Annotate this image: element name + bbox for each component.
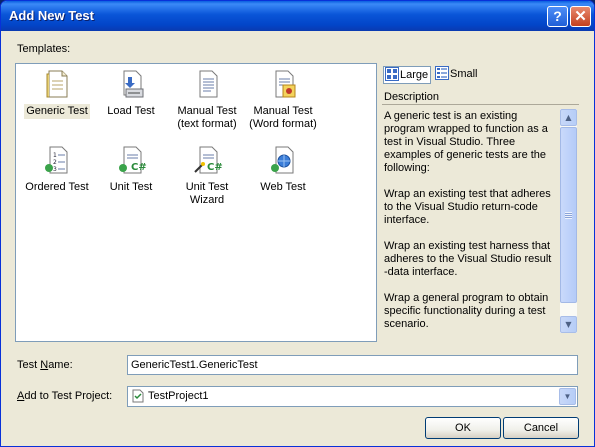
template-label: Unit Test Wizard	[185, 181, 229, 206]
help-button[interactable]: ?	[547, 6, 568, 27]
templates-label: Templates:	[17, 43, 71, 55]
template-load-test[interactable]: Load Test	[92, 68, 170, 119]
template-manual-test-word[interactable]: Manual Test (Word format)	[244, 68, 322, 132]
test-project-icon	[132, 389, 144, 403]
description-scrollbar[interactable]: ▲ ▼	[560, 109, 577, 333]
svg-text:C#: C#	[131, 162, 147, 173]
template-label: Load Test	[107, 105, 155, 117]
test-project-dropdown[interactable]: TestProject1 ▼	[127, 386, 578, 407]
ok-button[interactable]: OK	[425, 417, 501, 439]
template-unit-test-wizard[interactable]: C# Unit Test Wizard	[168, 144, 246, 208]
large-toggle-label: Large	[400, 69, 429, 81]
template-label: Manual Test (text format)	[177, 105, 237, 130]
description-panel: A generic test is an existing program wr…	[382, 104, 579, 340]
template-web-test[interactable]: Web Test	[244, 144, 322, 195]
generic-test-icon	[46, 70, 68, 98]
test-name-label: Test Name:	[17, 359, 73, 371]
add-new-test-dialog: Add New Test ? ✕ Templates: Generic Test…	[0, 0, 595, 447]
manual-test-text-icon	[199, 70, 218, 98]
small-icons-toggle[interactable]: Small	[434, 66, 480, 84]
template-generic-test[interactable]: Generic Test	[18, 68, 96, 119]
test-project-value: TestProject1	[148, 390, 209, 402]
description-paragraph: Wrap an existing test that adheres to th…	[384, 188, 551, 226]
scroll-down-button[interactable]: ▼	[560, 316, 577, 333]
unit-test-icon: C#	[119, 146, 147, 174]
test-name-input[interactable]: GenericTest1.GenericTest	[127, 355, 578, 375]
template-label: Unit Test	[109, 181, 153, 193]
manual-test-word-icon	[275, 70, 296, 98]
svg-text:1: 1	[53, 152, 57, 159]
template-label: Manual Test (Word format)	[249, 105, 317, 130]
small-toggle-label: Small	[450, 68, 478, 80]
close-button[interactable]: ✕	[570, 6, 591, 27]
description-text: A generic test is an existing program wr…	[384, 110, 558, 340]
title-bar: Add New Test ? ✕	[1, 1, 594, 31]
template-manual-test-text[interactable]: Manual Test (text format)	[168, 68, 246, 132]
svg-text:3: 3	[53, 166, 57, 173]
template-ordered-test[interactable]: 1 2 3 Ordered Test	[18, 144, 96, 195]
web-test-icon	[271, 146, 294, 174]
description-paragraph: Wrap a general program to obtain specifi…	[384, 292, 549, 330]
large-icons-icon	[385, 67, 399, 81]
unit-test-wizard-icon: C#	[194, 146, 223, 174]
template-label: Generic Test	[24, 104, 90, 119]
chevron-down-icon[interactable]: ▼	[559, 388, 576, 405]
template-unit-test[interactable]: C# Unit Test	[92, 144, 170, 195]
description-header: Description	[384, 91, 440, 103]
ordered-test-icon: 1 2 3	[45, 146, 68, 174]
scroll-up-button[interactable]: ▲	[560, 109, 577, 126]
add-to-project-label: Add to Test Project:	[17, 390, 113, 402]
svg-text:C#: C#	[207, 162, 223, 173]
templates-list[interactable]: Generic Test Load Test Manual Test (text…	[15, 63, 377, 342]
description-paragraph: Wrap an existing test harness that adher…	[384, 240, 552, 278]
small-icons-icon	[435, 66, 449, 80]
load-test-icon	[123, 70, 144, 98]
svg-text:2: 2	[53, 159, 57, 166]
window-title: Add New Test	[9, 8, 94, 23]
description-paragraph: A generic test is an existing program wr…	[384, 110, 548, 174]
large-icons-toggle[interactable]: Large	[383, 66, 432, 84]
template-label: Web Test	[260, 181, 306, 193]
cancel-button[interactable]: Cancel	[503, 417, 579, 439]
template-label: Ordered Test	[25, 181, 89, 193]
grip-icon	[565, 212, 572, 219]
scroll-thumb[interactable]	[560, 127, 577, 303]
